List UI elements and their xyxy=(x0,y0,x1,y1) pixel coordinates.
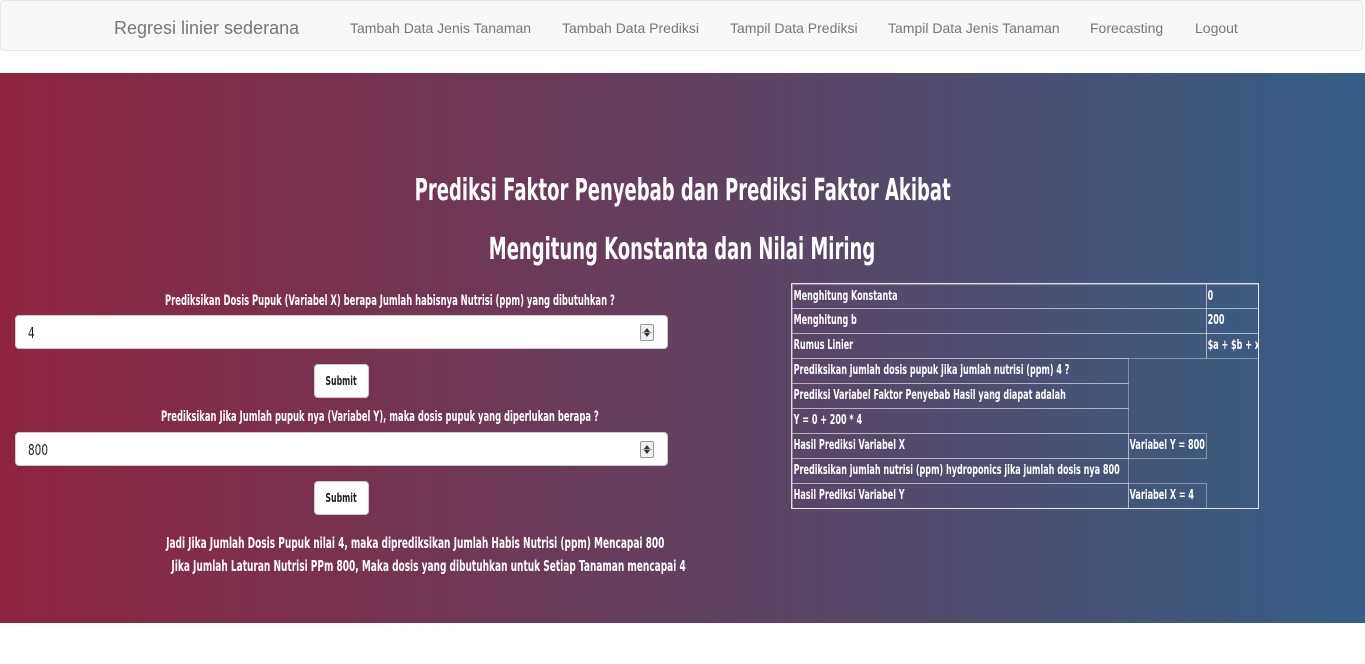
table-cell: Menghitung Konstanta xyxy=(792,284,1207,309)
number-spinner-icon[interactable] xyxy=(640,324,654,341)
nav-forecasting[interactable]: Forecasting xyxy=(1090,19,1163,37)
result-line-2: Jika Jumlah Laturan Nutrisi PPm 800, Mak… xyxy=(0,556,686,577)
table-cell: Hasil Prediksi Variabel Y xyxy=(792,483,1129,509)
form1-label: Prediksikan Dosis Pupuk (Variabel X) ber… xyxy=(15,291,668,310)
hero-section: Prediksi Faktor Penyebab dan Prediksi Fa… xyxy=(0,73,1365,623)
result-table: Menghitung Konstanta 0 Menghitung b 200 … xyxy=(791,283,1259,509)
table-cell: $a + $b + x xyxy=(1206,333,1259,359)
table-cell: Rumus Linier xyxy=(792,333,1207,359)
result-line-2-text: Jika Jumlah Laturan Nutrisi PPm 800, Mak… xyxy=(171,557,686,575)
page-subtitle-text: Mengitung Konstanta dan Nilai Miring xyxy=(489,232,876,267)
table-cell: Prediksi Variabel Faktor Penyebab Hasil … xyxy=(792,383,1129,409)
table-cell: Variabel Y = 800 xyxy=(1128,433,1207,459)
dosis-pupuk-input[interactable]: 4 xyxy=(15,315,668,349)
nav-tambah-data-jenis-tanaman[interactable]: Tambah Data Jenis Tanaman xyxy=(350,19,531,37)
submit-button-y-label: Submit xyxy=(325,491,358,505)
dosis-pupuk-value: 4 xyxy=(28,324,35,342)
submit-button-x[interactable]: Submit xyxy=(314,364,369,398)
table-cell: Menghitung b xyxy=(792,308,1207,334)
page-title: Prediksi Faktor Penyebab dan Prediksi Fa… xyxy=(0,173,1365,209)
nav-logout[interactable]: Logout xyxy=(1195,19,1238,37)
table-cell: Prediksikan jumlah dosis pupuk jika juml… xyxy=(792,358,1129,384)
table-cell: 0 xyxy=(1206,284,1259,309)
submit-button-y[interactable]: Submit xyxy=(314,481,369,515)
submit-button-x-label: Submit xyxy=(325,374,358,388)
form1-label-text: Prediksikan Dosis Pupuk (Variabel X) ber… xyxy=(164,293,615,309)
table-cell: 200 xyxy=(1206,308,1259,334)
result-line-1-text: Jadi Jika Jumlah Dosis Pupuk nilai 4, ma… xyxy=(166,534,665,552)
nav-tampil-data-prediksi[interactable]: Tampil Data Prediksi xyxy=(730,19,858,37)
page-title-text: Prediksi Faktor Penyebab dan Prediksi Fa… xyxy=(414,173,951,208)
result-line-1: Jadi Jika Jumlah Dosis Pupuk nilai 4, ma… xyxy=(0,533,683,554)
jumlah-pupuk-value: 800 xyxy=(28,441,49,459)
top-navbar: Regresi linier sederana Tambah Data Jeni… xyxy=(0,0,1363,51)
nav-tampil-data-jenis-tanaman[interactable]: Tampil Data Jenis Tanaman xyxy=(888,19,1060,37)
page-subtitle: Mengitung Konstanta dan Nilai Miring xyxy=(0,232,1365,268)
number-spinner-icon[interactable] xyxy=(640,441,654,458)
form2-label: Prediksikan Jika Jumlah pupuk nya (Varia… xyxy=(15,407,668,426)
table-cell: Prediksikan jumlah nutrisi (ppm) hydropo… xyxy=(792,458,1129,484)
navbar-brand[interactable]: Regresi linier sederana xyxy=(114,18,299,38)
jumlah-pupuk-input[interactable]: 800 xyxy=(15,432,668,466)
table-cell: Y = 0 + 200 * 4 xyxy=(792,408,1129,434)
table-cell: Hasil Prediksi Variabel X xyxy=(792,433,1129,459)
form2-label-text: Prediksikan Jika Jumlah pupuk nya (Varia… xyxy=(160,409,599,425)
table-cell: Variabel X = 4 xyxy=(1128,483,1207,509)
nav-tambah-data-prediksi[interactable]: Tambah Data Prediksi xyxy=(562,19,699,37)
